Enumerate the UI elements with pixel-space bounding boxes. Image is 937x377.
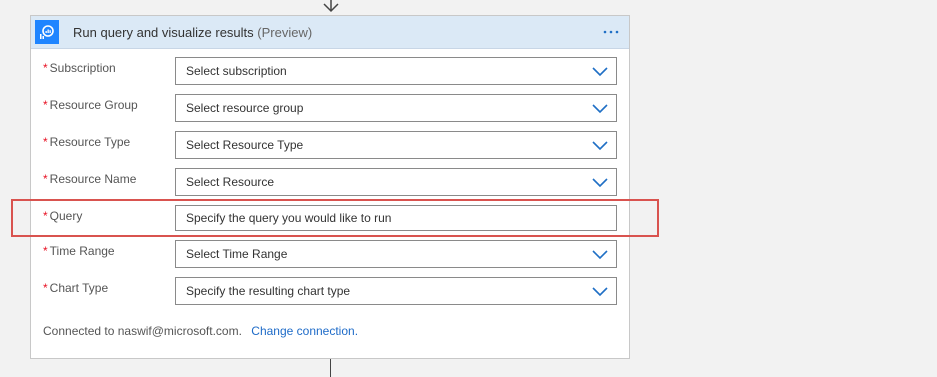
action-card: Run query and visualize results (Preview…: [30, 15, 630, 359]
resource-group-dropdown[interactable]: Select resource group: [175, 94, 617, 122]
resource-group-value: Select resource group: [186, 101, 304, 115]
designer-canvas: Run query and visualize results (Preview…: [0, 0, 937, 377]
ellipsis-icon[interactable]: [601, 22, 621, 42]
resource-type-dropdown[interactable]: Select Resource Type: [175, 131, 617, 159]
time-range-value: Select Time Range: [186, 247, 288, 261]
resource-type-value: Select Resource Type: [186, 138, 304, 152]
card-title-text: Run query and visualize results: [73, 24, 254, 40]
subscription-value: Select subscription: [186, 64, 287, 78]
subscription-label: * Subscription: [43, 61, 116, 75]
resource-type-row: * Resource Type Select Resource Type: [43, 131, 619, 159]
card-title-suffix: (Preview): [257, 24, 313, 40]
chevron-down-icon: [592, 67, 608, 77]
resource-name-label: * Resource Name: [43, 172, 137, 186]
time-range-label: * Time Range: [43, 244, 115, 258]
required-mark: *: [43, 244, 48, 258]
arrow-down-icon: [323, 0, 339, 13]
chevron-down-icon: [592, 104, 608, 114]
log-analytics-icon: [35, 20, 59, 44]
chart-type-label: * Chart Type: [43, 281, 109, 295]
card-header[interactable]: Run query and visualize results (Preview…: [31, 16, 629, 49]
card-title: Run query and visualize results (Preview…: [73, 25, 312, 40]
time-range-dropdown[interactable]: Select Time Range: [175, 240, 617, 268]
change-connection-link[interactable]: Change connection.: [251, 324, 358, 338]
query-highlight-box: [11, 199, 659, 237]
chart-type-dropdown[interactable]: Specify the resulting chart type: [175, 277, 617, 305]
chevron-down-icon: [592, 141, 608, 151]
connection-text: Connected to naswif@microsoft.com.: [43, 324, 242, 338]
chart-type-row: * Chart Type Specify the resulting chart …: [43, 277, 619, 305]
subscription-dropdown[interactable]: Select subscription: [175, 57, 617, 85]
required-mark: *: [43, 98, 48, 112]
connection-footer: Connected to naswif@microsoft.com. Chang…: [43, 324, 358, 338]
chevron-down-icon: [592, 250, 608, 260]
resource-name-row: * Resource Name Select Resource: [43, 168, 619, 196]
required-mark: *: [43, 172, 48, 186]
required-mark: *: [43, 61, 48, 75]
required-mark: *: [43, 135, 48, 149]
resource-name-dropdown[interactable]: Select Resource: [175, 168, 617, 196]
connector-line: [330, 359, 331, 377]
resource-name-value: Select Resource: [186, 175, 275, 189]
resource-type-label: * Resource Type: [43, 135, 131, 149]
time-range-row: * Time Range Select Time Range: [43, 240, 619, 268]
resource-group-label: * Resource Group: [43, 98, 138, 112]
required-mark: *: [43, 281, 48, 295]
resource-group-row: * Resource Group Select resource group: [43, 94, 619, 122]
chevron-down-icon: [592, 178, 608, 188]
subscription-row: * Subscription Select subscription: [43, 57, 619, 85]
chart-type-value: Specify the resulting chart type: [186, 284, 351, 298]
chevron-down-icon: [592, 287, 608, 297]
